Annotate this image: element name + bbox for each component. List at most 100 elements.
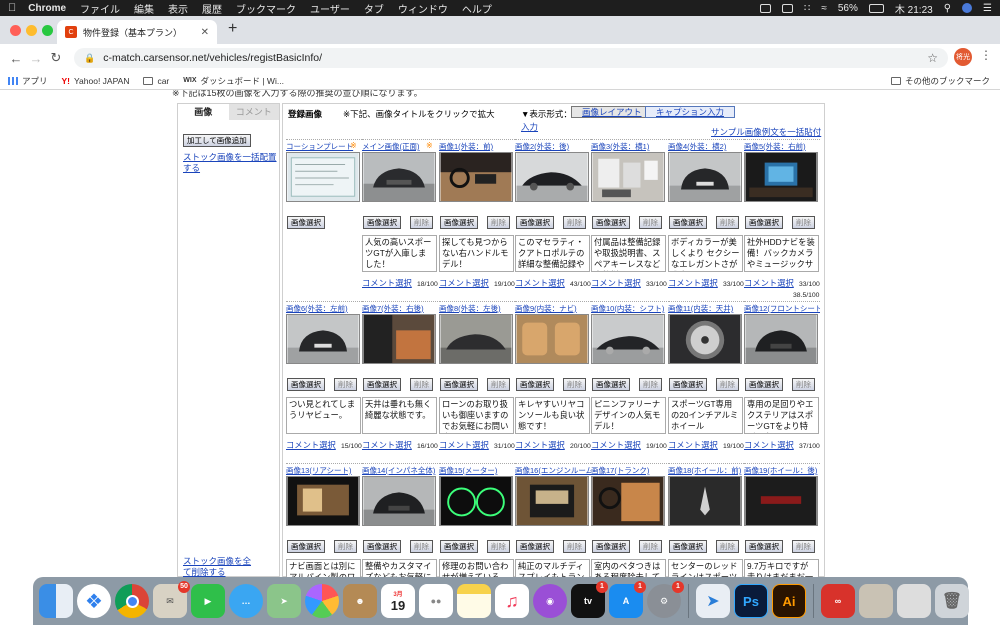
delete-image-button[interactable]: 削除: [410, 540, 433, 553]
delete-image-button[interactable]: 削除: [410, 216, 433, 229]
select-image-button[interactable]: 画像選択: [440, 216, 478, 229]
creative-cloud-files-icon[interactable]: ∞: [821, 584, 855, 618]
control-center-icon[interactable]: ☰: [983, 3, 992, 14]
image-title-link[interactable]: 画像9(内装：ナビ): [515, 303, 591, 314]
comment-select-link[interactable]: コメント選択: [286, 439, 336, 451]
reload-icon[interactable]: ↻: [46, 50, 66, 66]
caption-textarea[interactable]: スポーツGT専用の20インチアルミホイール: [668, 397, 743, 434]
delete-image-button[interactable]: 削除: [563, 216, 586, 229]
podcasts-icon[interactable]: ◉: [533, 584, 567, 618]
caption-textarea[interactable]: 純正のマルチディスプレイもトランクで: [515, 559, 590, 577]
close-window-button[interactable]: [10, 25, 21, 36]
menu-app-name[interactable]: Chrome: [28, 3, 66, 14]
vehicle-photo-thumbnail[interactable]: [744, 314, 818, 364]
messages-icon[interactable]: …: [229, 584, 263, 618]
caption-textarea[interactable]: ナビ画面とは別にアルパイン製のワイド: [286, 559, 361, 577]
delete-image-button[interactable]: 削除: [487, 378, 510, 391]
caption-textarea[interactable]: 整備やカスタマイズなどもお気軽にお問: [362, 559, 437, 577]
xcode-bird-icon[interactable]: ➤: [696, 584, 730, 618]
caption-textarea[interactable]: 9.7万キロですが走りはまだまだ一級: [744, 559, 819, 577]
appletv-icon[interactable]: tv 1: [571, 581, 608, 618]
comment-select-link[interactable]: コメント選択: [668, 277, 718, 289]
comment-select-link[interactable]: コメント選択: [744, 439, 794, 451]
image-title-link[interactable]: 画像6(外装：左前): [286, 303, 362, 314]
comment-select-link[interactable]: コメント選択: [591, 439, 641, 451]
battery-percent[interactable]: 56%: [838, 3, 858, 14]
maps-icon[interactable]: ➤: [267, 584, 301, 618]
comment-select-link[interactable]: コメント選択: [668, 439, 718, 451]
vehicle-photo-thumbnail[interactable]: [362, 152, 436, 202]
illustrator-icon[interactable]: Ai: [772, 584, 806, 618]
caption-textarea[interactable]: ローンのお取り扱いも御座いますのでお気軽にお問い合わせ: [439, 397, 514, 434]
caption-textarea[interactable]: 探しても見つからない右ハンドルモデル！: [439, 235, 514, 272]
vehicle-photo-thumbnail[interactable]: [515, 314, 589, 364]
vehicle-photo-thumbnail[interactable]: [744, 476, 818, 526]
select-image-button[interactable]: 画像選択: [440, 540, 478, 553]
select-image-button[interactable]: 画像選択: [592, 378, 630, 391]
caption-textarea[interactable]: センターのレッドラインはスポーツGT: [668, 559, 743, 577]
vehicle-photo-thumbnail[interactable]: [668, 314, 742, 364]
user-avatar-icon[interactable]: [962, 3, 973, 13]
select-image-button[interactable]: 画像選択: [669, 540, 707, 553]
bookmark-car[interactable]: car: [143, 76, 169, 86]
image-title-link[interactable]: 画像16(エンジンルーム): [515, 465, 591, 476]
trash-icon[interactable]: 🗑: [935, 584, 969, 618]
chrome-menu-icon[interactable]: ⋮: [980, 48, 992, 62]
delete-image-button[interactable]: 削除: [487, 540, 510, 553]
bookmark-yahoo[interactable]: Y! Yahoo! JAPAN: [62, 76, 130, 86]
image-title-link[interactable]: 画像10(内装：シフト): [591, 303, 667, 314]
vehicle-photo-thumbnail[interactable]: [591, 476, 665, 526]
delete-image-button[interactable]: 削除: [639, 216, 662, 229]
select-image-button[interactable]: 画像選択: [287, 540, 325, 553]
select-image-button[interactable]: 画像選択: [745, 378, 783, 391]
minimize-window-button[interactable]: [26, 25, 37, 36]
vehicle-photo-thumbnail[interactable]: [439, 314, 513, 364]
menu-history[interactable]: 履歴: [202, 1, 222, 16]
comment-select-link[interactable]: コメント選択: [744, 277, 794, 289]
delete-image-button[interactable]: 削除: [410, 378, 433, 391]
back-icon[interactable]: ←: [6, 51, 26, 66]
caption-textarea[interactable]: ボディカラーが美しくより セクシーなエレガントさが際立つ: [668, 235, 743, 272]
tab-images[interactable]: 画像: [178, 104, 229, 120]
menu-edit[interactable]: 編集: [134, 1, 154, 16]
comment-select-link[interactable]: コメント選択: [362, 439, 412, 451]
profile-avatar[interactable]: 将光: [954, 48, 972, 66]
image-title-link[interactable]: 画像4(外装：横2): [668, 141, 744, 152]
caption-textarea[interactable]: つい見とれてしまうリヤビュー。: [286, 397, 361, 434]
image-title-link[interactable]: 画像19(ホイール：後): [744, 465, 820, 476]
vehicle-photo-thumbnail[interactable]: [286, 476, 360, 526]
comment-select-link[interactable]: コメント選択: [515, 439, 565, 451]
image-title-link[interactable]: 画像5(外装：右前): [744, 141, 820, 152]
image-title-link[interactable]: 画像1(外装：前): [439, 141, 515, 152]
bookmark-star-icon[interactable]: ☆: [927, 51, 938, 65]
comment-select-link[interactable]: コメント選択: [515, 277, 565, 289]
screen-mirroring-icon[interactable]: [782, 3, 793, 13]
vehicle-photo-thumbnail[interactable]: [286, 314, 360, 364]
select-image-button[interactable]: 画像選択: [363, 216, 401, 229]
image-title-link[interactable]: 画像11(内装：天井): [668, 303, 744, 314]
delete-image-button[interactable]: 削除: [639, 378, 662, 391]
chrome-icon[interactable]: [115, 584, 149, 618]
caption-textarea[interactable]: 修理のお問い合わせが増えているTPMS: [439, 559, 514, 577]
caption-textarea[interactable]: キレヤすいリヤコンソールも良い状態です！: [515, 397, 590, 434]
image-title-link[interactable]: 画像12(フロントシート): [744, 303, 820, 314]
creative-cloud-icon[interactable]: [760, 3, 771, 13]
add-edited-image-button[interactable]: 加工して画像追加: [183, 134, 251, 147]
caption-textarea[interactable]: 専用の足回りやエクステリアはスポーツGTをより特別な車: [744, 397, 819, 434]
select-image-button[interactable]: 画像選択: [745, 540, 783, 553]
select-image-button[interactable]: 画像選択: [516, 216, 554, 229]
facetime-icon[interactable]: ▶: [191, 584, 225, 618]
delete-image-button[interactable]: 削除: [563, 540, 586, 553]
caption-textarea[interactable]: 付属品は整備記録や取扱説明書、スペアキーレスなど多数揃: [591, 235, 666, 272]
menu-help[interactable]: ヘルプ: [462, 1, 492, 16]
select-image-button[interactable]: 画像選択: [745, 216, 783, 229]
image-title-link[interactable]: 画像15(メーター): [439, 465, 515, 476]
documents-stack-icon[interactable]: [897, 584, 931, 618]
caption-textarea[interactable]: 室内のベタつきはある程度除去して有り: [591, 559, 666, 577]
new-tab-button[interactable]: +: [228, 20, 237, 38]
caption-textarea[interactable]: 人気の高いスポーツGTが入庫しました！: [362, 235, 437, 272]
image-title-link[interactable]: 画像7(外装：右後): [362, 303, 438, 314]
bookmark-apps[interactable]: アプリ: [8, 75, 48, 87]
caption-textarea[interactable]: ピニンファリーナデザインの人気モデル！: [591, 397, 666, 434]
vehicle-photo-thumbnail[interactable]: [286, 152, 360, 202]
